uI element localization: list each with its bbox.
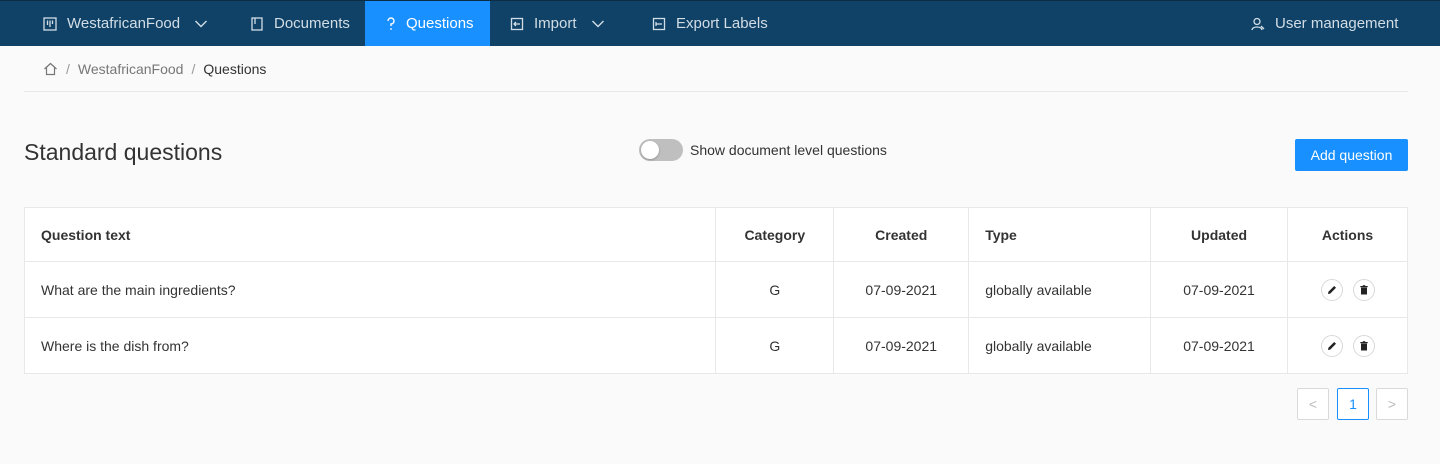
cell-question-text: Where is the dish from? <box>23 317 717 374</box>
document-level-toggle[interactable] <box>639 139 683 161</box>
delete-button[interactable] <box>1352 278 1375 301</box>
cell-type: globally available <box>968 261 1152 318</box>
cell-updated: 07-09-2021 <box>1150 317 1289 374</box>
nav-questions-label: Questions <box>406 15 474 32</box>
page-title: Standard questions <box>24 139 223 165</box>
cell-question-text: What are the main ingredients? <box>23 261 717 318</box>
cell-category: G <box>715 261 835 318</box>
nav-project-label: WestafricanFood <box>67 15 181 32</box>
top-navbar: WestafricanFood Documents Questions Impo… <box>0 0 1440 46</box>
users-icon <box>1251 17 1265 31</box>
nav-import-dropdown[interactable]: Import <box>510 1 605 46</box>
nav-questions[interactable]: Questions <box>365 1 490 46</box>
nav-documents[interactable]: Documents <box>250 1 350 46</box>
column-header-question-text[interactable]: Question text <box>23 207 717 262</box>
home-icon[interactable] <box>43 62 58 76</box>
cell-actions <box>1287 317 1408 374</box>
pencil-icon <box>1327 341 1336 350</box>
breadcrumb-separator: / <box>66 61 70 77</box>
column-header-type[interactable]: Type <box>968 207 1152 262</box>
column-header-actions: Actions <box>1287 207 1408 262</box>
table-header-row: Question text Category Created Type Upda… <box>23 207 1408 262</box>
nav-documents-label: Documents <box>274 15 350 32</box>
cell-type: globally available <box>968 317 1152 374</box>
breadcrumb-current: Questions <box>203 61 267 77</box>
cell-updated: 07-09-2021 <box>1150 261 1289 318</box>
document-icon <box>250 16 264 31</box>
document-level-toggle-group: Show document level questions <box>639 139 887 161</box>
trash-icon <box>1359 284 1368 294</box>
edit-button[interactable] <box>1320 334 1343 357</box>
trash-icon <box>1359 340 1368 350</box>
questions-table: Question text Category Created Type Upda… <box>23 207 1408 374</box>
nav-project-dropdown[interactable]: WestafricanFood <box>43 1 208 46</box>
nav-user-management-label: User management <box>1275 15 1399 32</box>
cell-created: 07-09-2021 <box>833 317 970 374</box>
edit-button[interactable] <box>1320 278 1343 301</box>
breadcrumb-separator: / <box>191 61 196 77</box>
breadcrumb-divider <box>24 91 1408 92</box>
nav-user-management[interactable]: User management <box>1251 1 1398 46</box>
toggle-label: Show document level questions <box>690 142 887 158</box>
question-icon <box>386 16 396 31</box>
chevron-down-icon <box>591 19 605 29</box>
chevron-down-icon <box>194 19 208 29</box>
import-icon <box>510 17 524 31</box>
cell-category: G <box>715 317 835 374</box>
nav-export-labels[interactable]: Export Labels <box>652 1 768 46</box>
toggle-knob <box>641 141 659 159</box>
column-header-updated[interactable]: Updated <box>1150 207 1289 262</box>
pagination-prev-button[interactable]: < <box>1297 388 1329 420</box>
table-row: Where is the dish from? G 07-09-2021 glo… <box>23 317 1408 374</box>
export-icon <box>652 17 666 31</box>
column-header-created[interactable]: Created <box>833 207 970 262</box>
pagination-page-1[interactable]: 1 <box>1337 388 1369 420</box>
column-header-category[interactable]: Category <box>715 207 835 262</box>
breadcrumb-project[interactable]: WestafricanFood <box>78 61 184 77</box>
add-question-button[interactable]: Add question <box>1295 139 1408 171</box>
breadcrumb: / WestafricanFood / Questions <box>43 60 266 78</box>
table-row: What are the main ingredients? G 07-09-2… <box>23 261 1408 318</box>
project-board-icon <box>43 16 57 31</box>
nav-import-label: Import <box>534 15 577 32</box>
nav-export-label: Export Labels <box>676 15 768 32</box>
pencil-icon <box>1327 285 1336 294</box>
pagination-next-button[interactable]: > <box>1376 388 1408 420</box>
cell-created: 07-09-2021 <box>833 261 970 318</box>
cell-actions <box>1287 261 1408 318</box>
delete-button[interactable] <box>1352 334 1375 357</box>
